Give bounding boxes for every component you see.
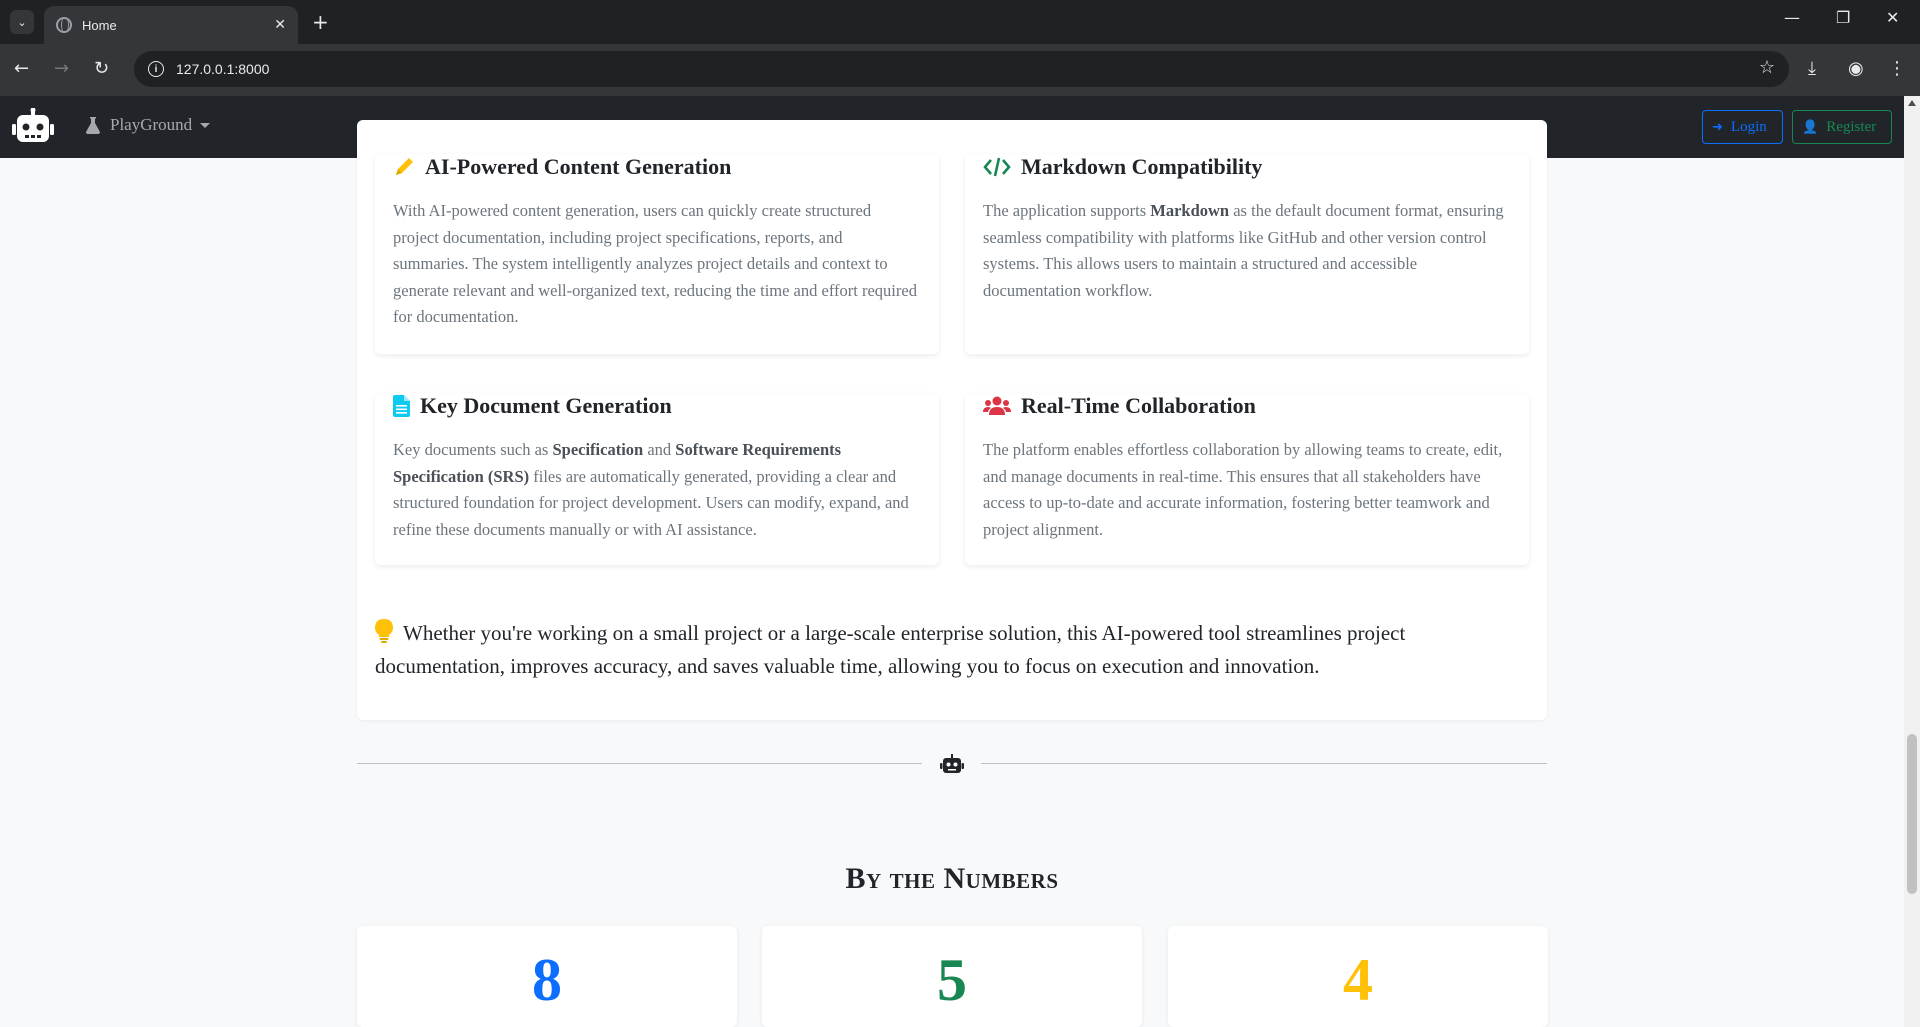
- register-label: Register: [1826, 118, 1877, 135]
- back-icon[interactable]: ←: [14, 58, 29, 80]
- stat-value: 4: [1343, 947, 1373, 1013]
- feature-text: With AI-powered content generation, user…: [393, 201, 917, 326]
- users-icon: [983, 395, 1011, 417]
- robot-logo-icon[interactable]: [12, 108, 54, 146]
- robot-divider-icon: [940, 754, 964, 773]
- browser-toolbar: ← → ↻ i 127.0.0.1:8000 ☆ ⤓ ◉ ⋮: [0, 44, 1920, 96]
- feature-card-ai-content: AI-Powered Content Generation With AI-po…: [375, 154, 939, 354]
- divider-line-right: [981, 763, 1547, 764]
- profile-icon[interactable]: ◉: [1848, 58, 1864, 80]
- flask-icon: [86, 116, 100, 134]
- feature-card-key-documents: Key Document Generation Key documents su…: [375, 393, 939, 565]
- download-icon[interactable]: ⤓: [1808, 58, 1816, 80]
- divider-line-left: [357, 763, 922, 764]
- browser-tab-bar: ⌄ Home ✕ + — ❐ ✕: [0, 0, 1920, 44]
- plus-icon[interactable]: +: [312, 10, 329, 34]
- address-bar[interactable]: i 127.0.0.1:8000 ☆: [134, 51, 1789, 87]
- feature-title: Real-Time Collaboration: [983, 391, 1511, 421]
- page-scrollbar[interactable]: [1904, 96, 1920, 1027]
- feature-card-markdown: Markdown Compatibility The application s…: [965, 154, 1529, 354]
- stat-card: 4: [1168, 926, 1548, 1027]
- reload-icon[interactable]: ↻: [94, 58, 109, 80]
- login-label: Login: [1730, 118, 1767, 135]
- register-button[interactable]: 👤 Register: [1792, 110, 1892, 144]
- feature-title: AI-Powered Content Generation: [393, 152, 921, 182]
- playground-label: PlayGround: [110, 115, 193, 134]
- feature-title: Markdown Compatibility: [983, 152, 1511, 182]
- sign-in-icon: ➜: [1712, 119, 1723, 135]
- stat-card: 5: [762, 926, 1142, 1027]
- stat-card: 8: [357, 926, 737, 1027]
- tab-title: Home: [82, 17, 117, 33]
- close-window-icon[interactable]: ✕: [1886, 8, 1899, 27]
- code-icon: [983, 156, 1011, 178]
- pencil-icon: [393, 156, 415, 178]
- scroll-up-arrow[interactable]: [1908, 100, 1916, 106]
- globe-icon: [56, 17, 72, 33]
- section-title: By the Numbers: [845, 862, 1059, 895]
- scroll-thumb[interactable]: [1907, 734, 1917, 894]
- browser-tab[interactable]: Home ✕: [44, 6, 298, 44]
- stat-value: 8: [532, 947, 562, 1013]
- feature-text: The platform enables effortless collabor…: [983, 440, 1503, 539]
- forward-icon[interactable]: →: [54, 58, 69, 80]
- login-button[interactable]: ➜ Login: [1702, 110, 1783, 144]
- site-info-icon[interactable]: i: [148, 61, 164, 77]
- closing-statement: Whether you're working on a small projec…: [375, 619, 1406, 678]
- feature-text: Key documents such as Specification and …: [393, 440, 909, 539]
- user-plus-icon: 👤: [1802, 119, 1819, 135]
- caret-down-icon: [200, 122, 211, 128]
- feature-text: The application supports Markdown as the…: [983, 201, 1504, 300]
- file-icon: [393, 395, 410, 417]
- url-text[interactable]: 127.0.0.1:8000: [176, 61, 269, 77]
- star-icon[interactable]: ☆: [1759, 57, 1775, 78]
- menu-icon[interactable]: ⋮: [1888, 58, 1906, 80]
- feature-card-collaboration: Real-Time Collaboration The platform ena…: [965, 393, 1529, 565]
- playground-dropdown[interactable]: PlayGround: [86, 115, 211, 135]
- stat-value: 5: [937, 947, 967, 1013]
- tab-list-icon[interactable]: ⌄: [10, 10, 34, 34]
- feature-title: Key Document Generation: [393, 391, 921, 421]
- close-icon[interactable]: ✕: [274, 17, 286, 33]
- minimize-icon[interactable]: —: [1784, 8, 1800, 27]
- restore-icon[interactable]: ❐: [1836, 8, 1850, 27]
- lightbulb-icon: [375, 619, 393, 643]
